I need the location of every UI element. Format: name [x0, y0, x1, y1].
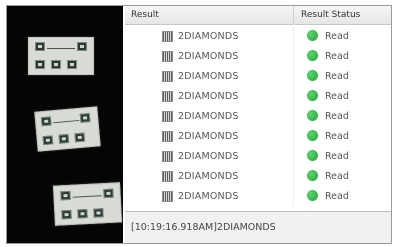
result-text: 2DIAMONDS	[178, 131, 239, 142]
status-text: Read	[325, 131, 349, 142]
status-indicator-icon	[307, 170, 318, 181]
status-indicator-icon	[307, 30, 318, 41]
status-indicator-icon	[307, 130, 318, 141]
status-indicator-icon	[307, 50, 318, 61]
barcode-icon	[162, 131, 173, 142]
results-table-header: Result Result Status	[125, 6, 391, 25]
status-indicator-icon	[307, 190, 318, 201]
table-row[interactable]: 2DIAMONDS Read	[125, 106, 391, 126]
barcode-icon	[162, 31, 173, 42]
scanner-window: Result Result Status 2DIAMONDS Read 2DIA…	[6, 5, 392, 244]
result-text: 2DIAMONDS	[178, 91, 239, 102]
result-text: 2DIAMONDS	[178, 191, 239, 202]
status-text: Read	[325, 71, 349, 82]
barcode-icon	[162, 171, 173, 182]
table-row[interactable]: 2DIAMONDS Read	[125, 146, 391, 166]
column-header-result[interactable]: Result	[131, 10, 159, 20]
table-row[interactable]: 2DIAMONDS Read	[125, 66, 391, 86]
status-text: Read	[325, 91, 349, 102]
camera-preview	[7, 6, 123, 243]
status-text: Read	[325, 31, 349, 42]
barcode-icon	[162, 111, 173, 122]
scan-log-bar: [10:19:16.918AM]2DIAMONDS	[125, 211, 391, 243]
result-text: 2DIAMONDS	[178, 171, 239, 182]
results-list: 2DIAMONDS Read 2DIAMONDS Read 2DIAMONDS …	[125, 24, 391, 206]
result-text: 2DIAMONDS	[178, 31, 239, 42]
table-row[interactable]: 2DIAMONDS Read	[125, 46, 391, 66]
status-text: Read	[325, 191, 349, 202]
status-text: Read	[325, 151, 349, 162]
table-row[interactable]: 2DIAMONDS Read	[125, 166, 391, 186]
scanned-code-card-2	[34, 106, 101, 152]
scanned-code-card-1	[28, 37, 94, 75]
table-row[interactable]: 2DIAMONDS Read	[125, 126, 391, 146]
status-indicator-icon	[307, 150, 318, 161]
result-text: 2DIAMONDS	[178, 51, 239, 62]
barcode-icon	[162, 191, 173, 202]
results-panel: Result Result Status 2DIAMONDS Read 2DIA…	[125, 6, 391, 243]
status-text: Read	[325, 51, 349, 62]
status-indicator-icon	[307, 90, 318, 101]
scanned-code-card-3	[52, 182, 123, 226]
status-indicator-icon	[307, 110, 318, 121]
result-text: 2DIAMONDS	[178, 111, 239, 122]
table-row[interactable]: 2DIAMONDS Read	[125, 186, 391, 206]
barcode-icon	[162, 71, 173, 82]
barcode-icon	[162, 51, 173, 62]
barcode-icon	[162, 151, 173, 162]
result-text: 2DIAMONDS	[178, 71, 239, 82]
table-row[interactable]: 2DIAMONDS Read	[125, 26, 391, 46]
column-header-result-status[interactable]: Result Status	[301, 10, 360, 20]
status-indicator-icon	[307, 70, 318, 81]
barcode-icon	[162, 91, 173, 102]
column-separator	[293, 6, 294, 24]
table-row[interactable]: 2DIAMONDS Read	[125, 86, 391, 106]
result-text: 2DIAMONDS	[178, 151, 239, 162]
last-scan-log: [10:19:16.918AM]2DIAMONDS	[131, 222, 276, 233]
status-text: Read	[325, 171, 349, 182]
status-text: Read	[325, 111, 349, 122]
